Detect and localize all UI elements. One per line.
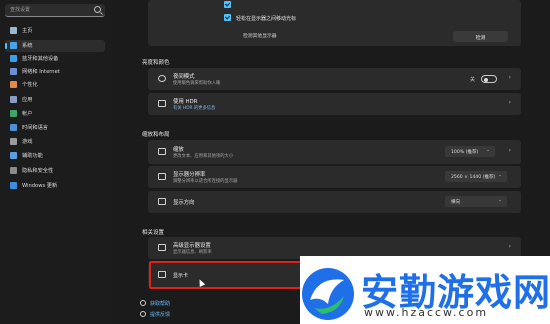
watermark-logo-icon [302, 268, 354, 320]
resolution-row: 显示器分辨率 调整分辨率以适合所连接的显示器 2560 × 1440 (推荐) … [148, 166, 521, 188]
sidebar-item-label: 时间和语言 [22, 125, 48, 131]
sidebar-item-label: 游戏 [22, 139, 33, 145]
hdr-more-info-link[interactable]: 有关 HDR 的更多信息 [173, 105, 215, 111]
detect-label: 检测其他显示器 [243, 34, 277, 39]
orientation-dropdown[interactable]: 横向 ⌄ [445, 196, 507, 207]
scale-section-title: 缩放和布局 [142, 132, 170, 138]
sidebar-item-label: 蓝牙和其他设备 [22, 56, 59, 62]
feedback-icon [140, 311, 146, 317]
night-light-subtitle: 使用暖色调来帮助你入睡 [173, 81, 221, 86]
night-light-title: 夜间模式 [173, 74, 195, 80]
move-cursor-label: 轻松在显示器之间移动光标 [236, 16, 297, 22]
sidebar-item-privacy[interactable]: 隐私和安全性 [5, 165, 105, 177]
detect-button[interactable]: 检测 [453, 31, 508, 42]
privacy-icon [10, 167, 17, 174]
windows-update-icon [10, 182, 17, 189]
sidebar-item-label: 应用 [22, 97, 33, 103]
scale-dropdown[interactable]: 100% (推荐) ⌄ [445, 146, 495, 157]
scale-subtitle: 更改文本、应用和其他项的大小 [173, 154, 234, 159]
gaming-icon [10, 138, 17, 145]
resolution-subtitle: 调整分辨率以适合所连接的显示器 [173, 179, 238, 184]
sidebar-item-time-language[interactable]: 时间和语言 [5, 122, 105, 134]
sidebar-item-system[interactable]: 系统 [5, 40, 105, 52]
sidebar-item-label: 隐私和安全性 [22, 168, 54, 174]
network-icon [10, 68, 17, 75]
search-placeholder: 查找设置 [10, 7, 31, 13]
sidebar-item-home[interactable]: 主页 [5, 25, 105, 37]
search-input[interactable]: 查找设置 [5, 4, 105, 17]
orientation-value: 横向 [451, 199, 461, 205]
sidebar-item-apps[interactable]: 应用 [5, 94, 105, 106]
night-light-icon [158, 75, 166, 82]
chevron-down-icon: ⌄ [498, 173, 502, 178]
sidebar-item-label: 系统 [22, 43, 33, 49]
sidebar-item-label: 帐户 [22, 111, 33, 117]
sidebar-item-accounts[interactable]: 帐户 [5, 108, 105, 120]
move-cursor-checkbox[interactable] [224, 14, 231, 21]
advanced-display-title: 高级显示器设置 [173, 243, 211, 249]
orientation-row: 显示方向 横向 ⌄ [148, 191, 521, 213]
night-light-toggle[interactable] [481, 75, 497, 83]
multi-display-card: 轻松在显示器之间移动光标 检测其他显示器 检测 [148, 0, 521, 46]
detect-button-label: 检测 [475, 35, 486, 41]
resolution-dropdown[interactable]: 2560 × 1440 (推荐) ⌄ [445, 171, 507, 182]
watermark-url: www.hzaccw.com [364, 306, 489, 319]
give-feedback-link[interactable]: 提供反馈 [150, 311, 170, 318]
scale-value: 100% (推荐) [451, 149, 479, 155]
home-icon [10, 27, 17, 34]
chevron-right-icon: › [508, 99, 511, 106]
advanced-display-subtitle: 显示器信息、刷新率 [173, 250, 212, 255]
get-help-link[interactable]: 获取帮助 [150, 300, 170, 307]
chevron-right-icon: › [508, 74, 511, 81]
accessibility-icon [10, 152, 17, 159]
settings-sidebar: 查找设置 主页系统蓝牙和其他设备 网络和 Internet 个性化应用帐户时间和语言… [0, 0, 111, 324]
checkbox-1[interactable] [224, 1, 231, 8]
brightness-section-title: 亮度和颜色 [142, 60, 170, 66]
sidebar-item-windows-update[interactable]: Windows 更新 [5, 180, 105, 192]
scale-icon [158, 148, 166, 155]
time-language-icon [10, 124, 17, 131]
resolution-value: 2560 × 1440 (推荐) [451, 174, 496, 180]
search-icon[interactable] [94, 6, 101, 13]
help-icon [140, 300, 146, 306]
orientation-icon [158, 198, 166, 205]
apps-icon [10, 96, 17, 103]
sidebar-item-personalization[interactable]: 个性化 [5, 79, 105, 91]
hdr-row[interactable]: 使用 HDR 有关 HDR 的更多信息 › [148, 93, 521, 115]
sidebar-item-accessibility[interactable]: 辅助功能 [5, 150, 105, 162]
sidebar-item-label: 个性化 [22, 82, 38, 88]
bluetooth-icon [10, 55, 17, 62]
accounts-icon [10, 110, 17, 117]
system-icon [10, 42, 17, 49]
chevron-right-icon: › [508, 147, 511, 154]
night-light-row[interactable]: 夜间模式 使用暖色调来帮助你入睡 关 › [148, 68, 521, 90]
chevron-right-icon: › [508, 243, 511, 250]
sidebar-item-label: 主页 [22, 28, 33, 34]
sidebar-item-network[interactable]: 网络和 Internet [5, 66, 105, 78]
chevron-down-icon: ⌄ [486, 148, 490, 153]
sidebar-item-bluetooth[interactable]: 蓝牙和其他设备 [5, 53, 105, 65]
resolution-icon [158, 173, 166, 180]
scale-row: 缩放 更改文本、应用和其他项的大小 100% (推荐) ⌄ › [148, 140, 521, 164]
orientation-title: 显示方向 [173, 200, 195, 206]
resolution-title: 显示器分辨率 [173, 172, 206, 178]
monitor-icon [158, 244, 166, 251]
sidebar-item-label: 辅助功能 [22, 153, 43, 159]
scale-title: 缩放 [173, 147, 184, 153]
related-section-title: 相关设置 [142, 230, 165, 236]
hdr-icon [158, 100, 166, 107]
night-light-state: 关 [470, 77, 476, 83]
personalization-icon [10, 81, 17, 88]
chevron-down-icon: ⌄ [498, 198, 502, 203]
sidebar-item-label: 网络和 Internet [22, 69, 60, 75]
sidebar-item-label: Windows 更新 [22, 183, 58, 189]
sidebar-item-gaming[interactable]: 游戏 [5, 136, 105, 148]
hdr-title: 使用 HDR [173, 99, 198, 105]
